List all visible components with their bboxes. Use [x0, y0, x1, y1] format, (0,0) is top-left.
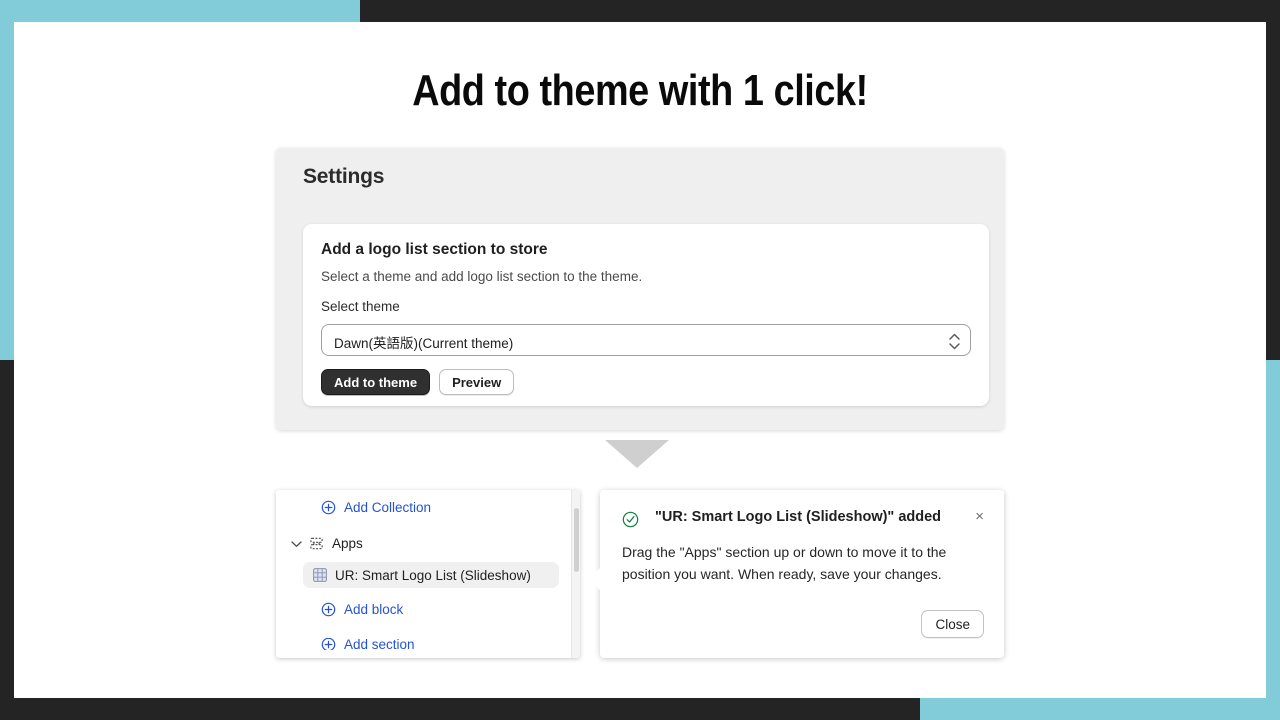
chevron-updown-icon [948, 329, 960, 353]
theme-select[interactable]: Dawn(英語版)(Current theme) [321, 324, 971, 356]
card-title: Add a logo list section to store [321, 241, 548, 258]
editor-sidebar: Add Collection Apps UR: Smart Logo List … [276, 490, 580, 658]
check-circle-icon [622, 511, 639, 528]
settings-card: Settings Add a logo list section to stor… [276, 148, 1004, 430]
card-subtitle: Select a theme and add logo list section… [321, 269, 643, 284]
sidebar-scrollbar-thumb[interactable] [574, 508, 579, 572]
theme-editor-screenshot: Add Collection Apps UR: Smart Logo List … [276, 490, 1004, 662]
plus-circle-icon [321, 638, 336, 650]
slide-frame: Add to theme with 1 click! Settings Add … [0, 0, 1280, 720]
theme-select-value: Dawn(英語版)(Current theme) [334, 336, 514, 351]
toast-pointer [589, 568, 600, 590]
settings-heading: Settings [303, 165, 385, 188]
add-to-theme-button[interactable]: Add to theme [321, 369, 431, 395]
add-collection-link[interactable]: Add Collection [321, 500, 431, 515]
toast-body: Drag the "Apps" section up or down to mo… [622, 544, 947, 582]
sidebar-block-label: UR: Smart Logo List (Slideshow) [335, 567, 531, 583]
slide-content: Add to theme with 1 click! Settings Add … [14, 22, 1266, 698]
sidebar-item-apps[interactable]: Apps [291, 536, 363, 551]
select-theme-label: Select theme [321, 299, 400, 314]
add-section-label: Add section [344, 638, 415, 650]
add-logo-list-card: Add a logo list section to store Select … [303, 224, 989, 406]
plus-circle-icon [321, 500, 336, 515]
add-block-link[interactable]: Add block [321, 602, 403, 617]
frame-accent-top-left [0, 0, 360, 22]
page-title: Add to theme with 1 click! [412, 66, 868, 115]
sidebar-scrollbar[interactable] [571, 490, 580, 658]
add-collection-label: Add Collection [344, 500, 432, 515]
frame-accent-right-bottom [1266, 360, 1280, 720]
frame-accent-left-top [0, 0, 14, 360]
preview-button[interactable]: Preview [439, 369, 515, 395]
close-button[interactable]: Close [921, 610, 984, 638]
close-icon[interactable]: × [975, 509, 984, 524]
chevron-down-icon [291, 540, 302, 548]
apps-label: Apps [332, 536, 363, 551]
sidebar-block-selected[interactable]: UR: Smart Logo List (Slideshow) [303, 562, 559, 588]
add-section-link-clipped[interactable]: Add section [321, 638, 415, 650]
add-block-label: Add block [344, 602, 404, 617]
frame-accent-bottom-right [920, 698, 1280, 720]
toast-notification: "UR: Smart Logo List (Slideshow)" added … [589, 490, 1004, 658]
plus-circle-icon [321, 602, 336, 617]
triangle-down-icon [605, 440, 669, 468]
card-button-row: Add to theme Preview [321, 369, 515, 395]
grid-icon [313, 568, 327, 582]
toast-title: "UR: Smart Logo List (Slideshow)" added [655, 509, 942, 525]
app-section-icon [309, 536, 324, 551]
